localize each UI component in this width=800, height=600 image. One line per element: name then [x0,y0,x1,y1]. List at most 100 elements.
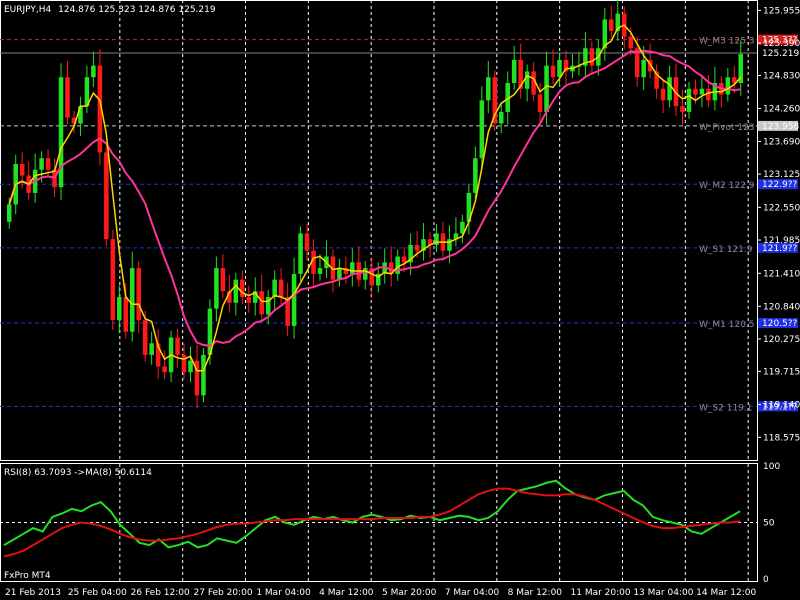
y-tick-label: 124.830 [763,71,800,81]
symbol-header: EURJPY,H4 124.876 125.323 124.876 125.21… [4,5,216,15]
level-label: W_S2 119.1 [699,403,752,413]
level-label: W_Pivot 123 [699,123,755,133]
candle-body [641,59,646,78]
candle-body [609,19,614,31]
candle-body [550,65,556,78]
candle-body [350,262,355,274]
candle-body [39,158,44,170]
candle-body [693,88,698,95]
candle-body [188,360,193,373]
level-label: W_M1 120.5 [699,320,755,330]
x-tick-label: 5 Mar 20:00 [382,588,437,598]
candle-body [479,100,485,159]
candle-body [486,77,491,101]
x-tick-label: 4 Mar 12:00 [319,588,374,598]
x-tick-label: 27 Feb 20:00 [194,588,253,598]
candle-body [149,343,154,355]
x-tick-label: 14 Mar 12:00 [696,588,756,598]
y-tick-label: 120.275 [763,335,800,345]
y-tick-label: 123.690 [763,137,800,147]
broker-label: FxPro MT4 [4,571,51,581]
candle-body [91,65,96,78]
x-tick-label: 7 Mar 04:00 [445,588,500,598]
candle-body [104,152,109,240]
candle-body [278,279,284,298]
candle-body [201,354,206,396]
candle-body [537,94,543,112]
x-tick-label: 1 Mar 04:00 [256,588,311,598]
candle-body [304,233,310,251]
x-tick-label: 8 Mar 12:00 [508,588,563,598]
y-tick-label: 125.955 [763,6,800,16]
candle-body [498,111,504,124]
candle-body [628,36,633,49]
candle-body [725,77,731,95]
y-tick-label: 119.140 [763,401,800,411]
candle-body [401,256,407,263]
y-tick-label: 121.985 [763,236,800,246]
rsi-tick-label: 50 [763,519,775,529]
candle-body [291,273,297,326]
rsi-tick-label: 0 [763,575,769,585]
candle-body [414,244,420,251]
y-tick-label: 123.125 [763,170,800,180]
x-tick-label: 26 Feb 12:00 [131,588,190,598]
level-label: W_S1 121.9 [699,245,753,255]
candle-body [214,268,219,309]
candle-body [660,88,666,101]
trading-chart[interactable]: W_M3 125.3 125.3??125.219W_Pivot 123 123.9… [0,0,800,600]
candle-body [110,239,116,321]
candle-body [142,320,148,355]
candle-body [686,88,692,112]
y-tick-label: 125.390 [763,39,800,49]
candle-body [123,297,129,332]
candle-body [699,88,705,95]
level-marker-text: 123.958 [762,122,799,132]
y-tick-label: 122.550 [763,203,800,213]
candle-body [589,48,595,66]
candle-body [473,158,478,193]
candle-body [233,279,239,303]
candle-body [259,291,264,315]
level-label: W_M3 125.3 [699,37,755,47]
candle-body [272,279,277,298]
candle-body [6,204,12,222]
x-tick-label: 25 Feb 04:00 [68,588,127,598]
candle-body [524,71,530,89]
candle-body [298,233,303,274]
rsi-tick-label: 100 [763,462,780,472]
level-marker-text: 125.219 [762,49,799,59]
y-tick-label: 118.575 [763,433,800,443]
candle-body [162,366,167,373]
candle-body [511,59,517,83]
candle-body [129,268,135,332]
candle-body [117,297,122,321]
candle-body [337,268,342,280]
candle-body [19,163,25,176]
rsi-header: RSI(8) 63.7093 ->MA(8) 50.6114 [4,468,152,478]
candle-body [317,268,323,274]
y-tick-label: 120.840 [763,302,800,312]
candle-body [240,279,245,298]
candle-body [136,268,141,321]
candle-body [544,65,549,112]
level-label: W_M2 122.9 [699,181,755,191]
candle-body [667,77,672,101]
candle-body [680,106,685,112]
x-tick-label: 21 Feb 2013 [5,588,61,598]
y-tick-label: 124.260 [763,104,800,114]
x-tick-label: 13 Mar 04:00 [633,588,693,598]
candle-body [246,297,252,303]
candle-body [175,337,180,355]
y-tick-label: 121.410 [763,269,800,279]
x-tick-label: 11 Mar 20:00 [571,588,631,598]
candle-body [45,158,51,170]
level-marker-text: 122.9?? [762,180,798,190]
level-marker-text: 120.5?? [762,319,798,329]
y-tick-label: 119.715 [763,367,800,377]
candle-body [557,59,562,78]
candle-body [65,77,70,118]
candle-body [220,268,226,292]
candle-body [363,268,368,280]
candle-body [181,354,187,373]
